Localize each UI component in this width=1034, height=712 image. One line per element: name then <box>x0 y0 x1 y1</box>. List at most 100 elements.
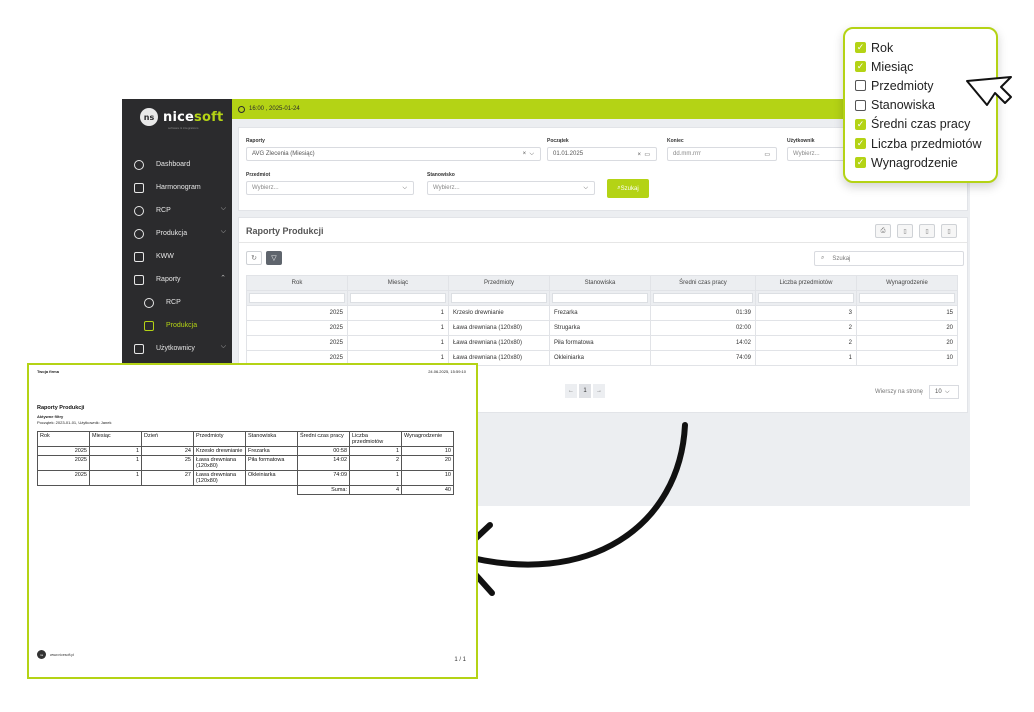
column-toggle-średni-czas-pracy[interactable]: ✓ Średni czas pracy <box>855 115 996 134</box>
table-cell: 01:39 <box>649 305 756 321</box>
pdf-column-header: Liczba przedmiotów <box>349 431 402 447</box>
column-toggle-label: Średni czas pracy <box>871 117 971 132</box>
pdf-cell: 24 <box>141 446 194 456</box>
brand-logo[interactable]: ns nicesoft <box>140 108 223 126</box>
pdf-column-header: Średni czas pracy <box>297 431 350 447</box>
column-header[interactable]: Przedmioty <box>447 275 550 291</box>
export-file-button[interactable]: ▯ <box>897 224 913 238</box>
przedmiot-select[interactable]: Wybierz... ⌵ <box>246 181 414 195</box>
print-button[interactable]: ⎙ <box>875 224 891 238</box>
column-header[interactable]: Miesiąc <box>346 275 449 291</box>
pdf-timestamp: 24.06.2025, 15:59:10 <box>428 369 466 374</box>
column-filter-input[interactable] <box>649 290 756 306</box>
table-cell: Ława drewniana (120x80) <box>447 320 550 336</box>
sidebar-item-kww[interactable]: KWW <box>122 245 232 268</box>
sidebar-item-label: Dashboard <box>156 161 191 168</box>
export-pdf-button[interactable]: ▯ <box>919 224 935 238</box>
refresh-button[interactable]: ↻ <box>246 251 262 265</box>
pdf-page-number: 1 / 1 <box>454 657 466 663</box>
koniec-label: Koniec <box>667 138 684 144</box>
column-toggle-rok[interactable]: ✓ Rok <box>855 38 996 57</box>
column-header[interactable]: Średni czas pracy <box>649 275 756 291</box>
search-icon: ⌕ <box>821 255 825 261</box>
column-header[interactable]: Rok <box>246 275 348 291</box>
column-toggle-wynagrodzenie[interactable]: ✓ Wynagrodzenie <box>855 153 996 172</box>
checkbox-checked-icon[interactable]: ✓ <box>855 157 866 169</box>
logo-badge: ns <box>140 108 158 126</box>
clear-chevron-icon: × ⌵ <box>522 151 534 157</box>
column-filter-input[interactable] <box>246 290 348 306</box>
sidebar-item-label: Użytkownicy <box>156 345 195 352</box>
dashboard-icon <box>134 159 144 170</box>
sidebar-item-rcp[interactable]: RCP <box>122 291 232 314</box>
next-page-button[interactable]: → <box>593 384 605 398</box>
column-toggle-label: Rok <box>871 40 894 55</box>
table-search-input[interactable]: ⌕ Szukaj <box>814 251 964 266</box>
checkbox-checked-icon[interactable]: ✓ <box>855 42 866 54</box>
table-row[interactable]: 2025 1 Ława drewniana (120x80) Strugarka 02:… <box>246 320 959 336</box>
report-table: Rok Miesiąc Przedmioty Stanowiska Średni cza… <box>246 275 959 366</box>
sidebar-item-produkcja[interactable]: Produkcja <box>122 314 232 337</box>
pdf-company: Twoja firma <box>37 369 59 374</box>
sidebar-item-raporty[interactable]: Raporty ⌃ <box>122 268 232 291</box>
checkbox-checked-icon[interactable]: ✓ <box>855 138 866 150</box>
raporty-select[interactable]: AVG Zlecenia (Miesiąc) × ⌵ <box>246 147 541 161</box>
clock-icon <box>238 105 245 113</box>
table-cell: 1 <box>346 335 449 351</box>
pdf-filters-text: Początek: 2023-01-01, Użytkownik: Janek <box>37 420 112 425</box>
chevron-icon: ⌵ <box>220 228 226 235</box>
rows-per-page-label: Wierszy na stronę <box>874 389 923 395</box>
checkbox-checked-icon[interactable]: ✓ <box>855 61 866 73</box>
chevron-down-icon: ⌵ <box>402 185 407 191</box>
column-filter-input[interactable] <box>447 290 550 306</box>
column-filter-input[interactable] <box>855 290 959 306</box>
prev-page-button[interactable]: ← <box>565 384 577 398</box>
cycle-icon <box>134 228 144 239</box>
column-toggle-label: Miesiąc <box>871 59 914 74</box>
poczatek-date-input[interactable]: 01.01.2025 × ▭ <box>547 147 657 161</box>
column-header[interactable]: Liczba przedmiotów <box>754 275 857 291</box>
column-header[interactable]: Stanowiska <box>548 275 651 291</box>
filter-button[interactable]: ▽ <box>266 251 282 265</box>
column-filter-input[interactable] <box>548 290 651 306</box>
table-row[interactable]: 2025 1 Ława drewniana (120x80) Piła formato… <box>246 335 959 351</box>
table-cell: 3 <box>754 305 857 321</box>
search-button[interactable]: ⌕ Szukaj <box>607 179 649 198</box>
pdf-cell: 10 <box>401 470 454 486</box>
pdf-cell: 1 <box>89 455 142 471</box>
pagination: ← 1 → <box>565 384 605 398</box>
column-toggle-liczba-przedmiotów[interactable]: ✓ Liczba przedmiotów <box>855 134 996 153</box>
column-filter-input[interactable] <box>346 290 449 306</box>
column-header[interactable]: Wynagrodzenie <box>855 275 959 291</box>
divider <box>239 242 967 243</box>
rows-per-page-select[interactable]: 10 ⌵ <box>929 385 959 399</box>
column-toggle-miesiąc[interactable]: ✓ Miesiąc <box>855 57 996 76</box>
sidebar-item-rcp[interactable]: RCP ⌵ <box>122 199 232 222</box>
stanowisko-select[interactable]: Wybierz... ⌵ <box>427 181 595 195</box>
pdf-cell: 20 <box>401 455 454 471</box>
sidebar-item-harmonogram[interactable]: Harmonogram <box>122 176 232 199</box>
table-cell: 1 <box>754 350 857 366</box>
uzytkownik-select[interactable]: Wybierz... <box>787 147 847 161</box>
sidebar-item-użytkownicy[interactable]: Użytkownicy ⌵ <box>122 337 232 360</box>
checkbox-unchecked-icon[interactable] <box>855 99 866 111</box>
column-filter-input[interactable] <box>754 290 857 306</box>
calendar-icon: × ▭ <box>637 152 650 158</box>
chart-icon <box>134 274 144 285</box>
pdf-row: 2025 1 27 Ława drewniana (120x80) Okleiniark… <box>37 470 454 486</box>
pdf-cell: 1 <box>89 470 142 486</box>
koniec-date-input[interactable]: dd.mm.rrrr ▭ <box>667 147 777 161</box>
sidebar-item-label: RCP <box>156 207 171 214</box>
table-cell: Piła formatowa <box>548 335 651 351</box>
sidebar-item-dashboard[interactable]: Dashboard <box>122 153 232 176</box>
sidebar-item-produkcja[interactable]: Produkcja ⌵ <box>122 222 232 245</box>
table-row[interactable]: 2025 1 Krzesło drewnianie Frezarka 01:39 3 15 <box>246 305 959 321</box>
page-number[interactable]: 1 <box>579 384 591 398</box>
pdf-column-header: Wynagrodzenie <box>401 431 454 447</box>
checkbox-unchecked-icon[interactable] <box>855 80 866 92</box>
table-cell: 20 <box>855 320 959 336</box>
checkbox-checked-icon[interactable]: ✓ <box>855 118 866 130</box>
table-cell: 2025 <box>246 320 348 336</box>
export-csv-button[interactable]: ▯ <box>941 224 957 238</box>
pdf-header-row: Rok Miesiąc Dzień Przedmioty Stanowiska Średn… <box>37 431 454 447</box>
